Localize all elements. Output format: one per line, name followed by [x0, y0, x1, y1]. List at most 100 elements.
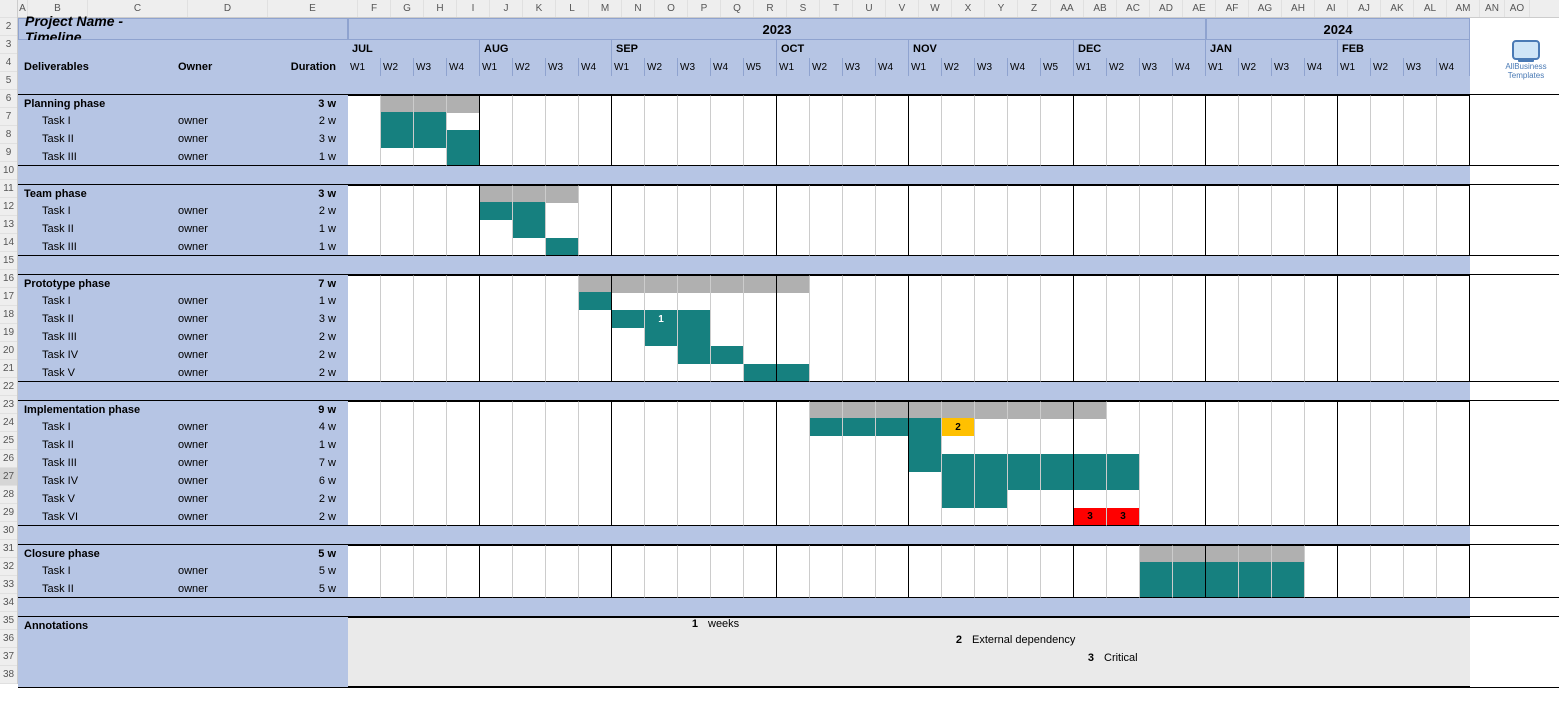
- gantt-cell[interactable]: [1437, 490, 1470, 508]
- owner-cell[interactable]: owner: [178, 310, 258, 328]
- gantt-cell[interactable]: [1008, 310, 1041, 328]
- gantt-cell[interactable]: [678, 310, 711, 328]
- gantt-cell[interactable]: [447, 364, 480, 382]
- gantt-cell[interactable]: [1041, 220, 1074, 238]
- gantt-cell[interactable]: [1074, 436, 1107, 454]
- gantt-cell[interactable]: [414, 508, 447, 526]
- gantt-cell[interactable]: [414, 472, 447, 490]
- row-number[interactable]: 19: [0, 324, 17, 342]
- gantt-cell[interactable]: [1272, 364, 1305, 382]
- gantt-cell[interactable]: [1074, 490, 1107, 508]
- gantt-cell[interactable]: [1437, 418, 1470, 436]
- gantt-cell[interactable]: [975, 238, 1008, 256]
- gantt-cell[interactable]: [1173, 185, 1206, 203]
- gantt-cell[interactable]: [447, 292, 480, 310]
- gantt-cell[interactable]: [1338, 148, 1371, 166]
- gantt-cell[interactable]: [612, 545, 645, 563]
- gantt-cell[interactable]: [1107, 328, 1140, 346]
- gantt-cell[interactable]: [810, 418, 843, 436]
- gantt-cell[interactable]: [1173, 95, 1206, 113]
- gantt-cell[interactable]: [381, 95, 414, 113]
- row-number[interactable]: 18: [0, 306, 17, 324]
- gantt-cell[interactable]: [1272, 275, 1305, 293]
- duration-cell[interactable]: 5 w: [258, 580, 348, 597]
- gantt-cell[interactable]: [1437, 545, 1470, 563]
- gantt-cell[interactable]: [843, 328, 876, 346]
- gantt-cell[interactable]: [1008, 220, 1041, 238]
- gantt-cell[interactable]: [612, 292, 645, 310]
- gantt-cell[interactable]: [1272, 454, 1305, 472]
- gantt-cell[interactable]: [381, 148, 414, 166]
- gantt-cell[interactable]: [1008, 562, 1041, 580]
- gantt-cell[interactable]: [1272, 112, 1305, 130]
- gantt-cell[interactable]: [645, 202, 678, 220]
- gantt-cell[interactable]: [1206, 454, 1239, 472]
- gantt-cell[interactable]: [447, 148, 480, 166]
- gantt-cell[interactable]: [810, 580, 843, 598]
- gantt-cell[interactable]: [513, 328, 546, 346]
- gantt-cell[interactable]: [810, 238, 843, 256]
- gantt-cell[interactable]: [447, 275, 480, 293]
- gantt-cell[interactable]: [414, 580, 447, 598]
- gantt-cell[interactable]: [1272, 238, 1305, 256]
- gantt-cell[interactable]: [546, 95, 579, 113]
- gantt-cell[interactable]: [843, 472, 876, 490]
- gantt-cell[interactable]: [546, 418, 579, 436]
- gantt-cell[interactable]: [678, 418, 711, 436]
- gantt-cell[interactable]: [1239, 472, 1272, 490]
- gantt-cell[interactable]: [1371, 292, 1404, 310]
- gantt-cell[interactable]: [1338, 418, 1371, 436]
- gantt-cell[interactable]: [414, 238, 447, 256]
- gantt-cell[interactable]: [513, 202, 546, 220]
- gantt-cell[interactable]: [909, 112, 942, 130]
- gantt-cell[interactable]: [1437, 454, 1470, 472]
- gantt-cell[interactable]: [1305, 112, 1338, 130]
- gantt-cell[interactable]: [1437, 112, 1470, 130]
- gantt-cell[interactable]: [381, 490, 414, 508]
- gantt-cell[interactable]: [1140, 130, 1173, 148]
- gantt-cell[interactable]: [1305, 545, 1338, 563]
- gantt-cell[interactable]: [546, 436, 579, 454]
- gantt-cell[interactable]: [777, 508, 810, 526]
- gantt-cell[interactable]: [744, 292, 777, 310]
- gantt-cell[interactable]: [513, 562, 546, 580]
- gantt-cell[interactable]: [1107, 95, 1140, 113]
- gantt-cell[interactable]: [447, 401, 480, 419]
- gantt-cell[interactable]: [612, 436, 645, 454]
- row-number[interactable]: 24: [0, 414, 17, 432]
- gantt-cell[interactable]: [1338, 436, 1371, 454]
- gantt-cell[interactable]: [1041, 436, 1074, 454]
- gantt-cell[interactable]: [711, 580, 744, 598]
- gantt-cell[interactable]: [513, 508, 546, 526]
- gantt-cell[interactable]: [711, 292, 744, 310]
- gantt-cell[interactable]: [876, 472, 909, 490]
- gantt-cell[interactable]: [381, 545, 414, 563]
- gantt-cell[interactable]: [1206, 238, 1239, 256]
- gantt-cell[interactable]: [1041, 401, 1074, 419]
- owner-cell[interactable]: owner: [178, 220, 258, 238]
- gantt-cell[interactable]: [480, 202, 513, 220]
- deliverable-cell[interactable]: Task IV: [18, 472, 178, 490]
- gantt-cell[interactable]: [612, 238, 645, 256]
- gantt-cell[interactable]: [414, 328, 447, 346]
- duration-cell[interactable]: 2 w: [258, 346, 348, 364]
- gantt-cell[interactable]: [1206, 364, 1239, 382]
- gantt-cell[interactable]: [447, 346, 480, 364]
- gantt-cell[interactable]: [645, 490, 678, 508]
- row-number[interactable]: 11: [0, 180, 17, 198]
- row-number[interactable]: 36: [0, 630, 17, 648]
- row-number[interactable]: 30: [0, 522, 17, 540]
- row-number[interactable]: 12: [0, 198, 17, 216]
- gantt-cell[interactable]: [1404, 112, 1437, 130]
- gantt-cell[interactable]: [480, 148, 513, 166]
- gantt-cell[interactable]: [1305, 310, 1338, 328]
- gantt-cell[interactable]: [711, 112, 744, 130]
- gantt-cell[interactable]: [1404, 202, 1437, 220]
- gantt-cell[interactable]: [1206, 580, 1239, 598]
- gantt-cell[interactable]: [579, 364, 612, 382]
- gantt-cell[interactable]: [876, 562, 909, 580]
- row-number[interactable]: 14: [0, 234, 17, 252]
- gantt-cell[interactable]: [744, 95, 777, 113]
- gantt-cell[interactable]: [777, 95, 810, 113]
- gantt-cell[interactable]: [777, 580, 810, 598]
